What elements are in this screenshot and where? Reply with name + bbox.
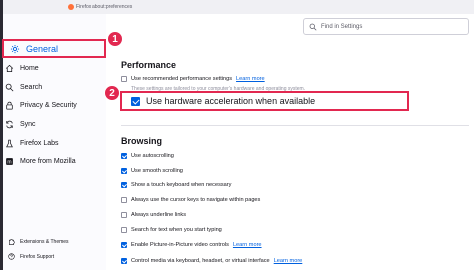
sidebar-extensions-themes[interactable]: Extensions & Themes [8,238,69,245]
sync-icon [4,119,14,129]
option-label: Show a touch keyboard when necessary [131,182,232,188]
sidebar-item-label: Privacy & Security [20,101,77,109]
checkbox[interactable] [121,242,127,248]
learn-more-link[interactable]: Learn more [274,258,303,264]
browsing-option[interactable]: Control media via keyboard, headset, or … [121,256,302,266]
recommended-performance-checkbox[interactable] [121,76,127,82]
sidebar-item-label: General [26,43,59,54]
checkbox[interactable] [121,212,127,218]
checkbox[interactable] [121,168,127,174]
option-label: Always use the cursor keys to navigate w… [131,197,261,203]
hardware-acceleration-option[interactable]: Use hardware acceleration when available [120,91,409,111]
tab-url[interactable]: about:preferences [92,4,132,10]
option-label: Use smooth scrolling [131,168,183,174]
browsing-option[interactable]: Show a touch keyboard when necessary [121,180,231,190]
checkbox[interactable] [121,227,127,233]
search-icon [4,82,14,92]
sidebar-item-label: Search [20,83,43,91]
section-divider [121,125,469,126]
sidebar-item-label: Home [20,64,39,72]
gear-icon [10,44,20,54]
browsing-option[interactable]: Use smooth scrolling [121,166,183,176]
option-label: Search for text when you start typing [131,227,222,233]
option-label: Use recommended performance settings [131,76,233,82]
sidebar-item-firefox-labs[interactable]: Firefox Labs [4,136,59,150]
annotation-badge-2: 2 [104,85,120,101]
search-input[interactable]: Find in Settings [303,18,469,35]
lock-icon [4,100,14,110]
sidebar-item-general[interactable]: General [2,39,106,58]
option-label: Use hardware acceleration when available [146,96,316,106]
option-label: Use autoscrolling [131,153,174,159]
puzzle-icon [8,238,15,245]
sidebar-footer-label: Extensions & Themes [20,238,69,245]
search-icon [309,23,317,31]
tab-brand[interactable]: Firefox [76,4,91,10]
mozilla-icon: m [4,156,14,166]
performance-heading: Performance [121,60,177,70]
browsing-option[interactable]: Always use the cursor keys to navigate w… [121,195,260,205]
home-icon [4,63,14,73]
sidebar-firefox-support[interactable]: Firefox Support [8,253,54,260]
checkbox[interactable] [121,153,127,159]
learn-more-link[interactable]: Learn more [236,76,265,82]
browsing-option[interactable]: Use autoscrolling [121,151,174,161]
checkbox[interactable] [121,258,127,264]
option-label: Always underline links [131,212,187,218]
browsing-heading: Browsing [121,136,163,146]
sidebar-item-sync[interactable]: Sync [4,117,36,131]
browsing-option[interactable]: Search for text when you start typing [121,225,222,235]
flask-icon [4,138,14,148]
sidebar-item-label: Sync [20,120,36,128]
firefox-logo-icon [68,4,74,10]
sidebar-item-label: Firefox Labs [20,139,59,147]
sidebar-footer-label: Firefox Support [20,253,55,260]
recommended-performance-option[interactable]: Use recommended performance settings Lea… [121,74,265,84]
sidebar-item-home[interactable]: Home [4,61,39,75]
option-label: Control media via keyboard, headset, or … [131,258,270,264]
svg-text:m: m [7,159,11,165]
sidebar-item-privacy[interactable]: Privacy & Security [4,98,77,112]
hardware-acceleration-checkbox[interactable] [131,96,140,106]
sidebar-item-search[interactable]: Search [4,80,42,94]
help-icon [8,253,15,260]
browser-tab-strip: Firefox about:preferences [0,0,474,14]
option-label: Enable Picture-in-Picture video controls [131,242,229,248]
learn-more-link[interactable]: Learn more [233,242,262,248]
checkbox[interactable] [121,182,127,188]
browsing-option[interactable]: Enable Picture-in-Picture video controls… [121,240,262,250]
search-placeholder: Find in Settings [321,23,363,30]
sidebar-item-more-from-mozilla[interactable]: m More from Mozilla [4,154,76,168]
checkbox[interactable] [121,197,127,203]
browsing-option[interactable]: Always underline links [121,210,186,220]
annotation-badge-1: 1 [107,31,123,47]
sidebar-item-label: More from Mozilla [20,157,76,165]
